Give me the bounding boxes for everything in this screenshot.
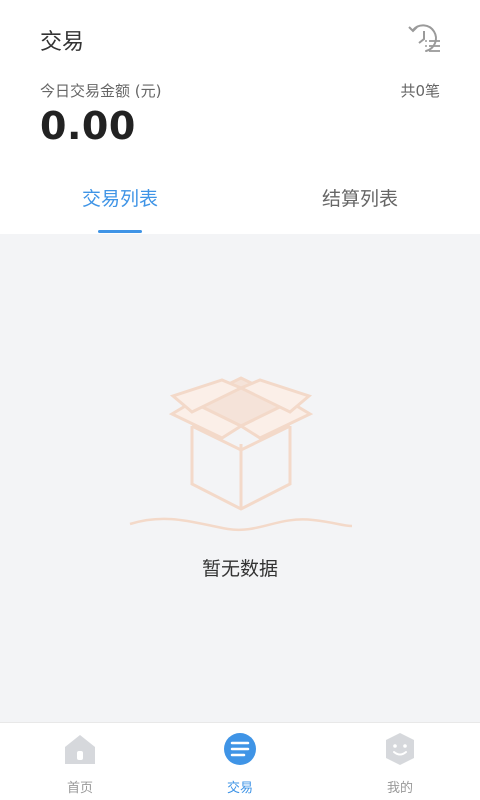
transaction-count: 共0笔 [400,82,440,100]
nav-home-label: 首页 [66,781,93,796]
empty-state-message: 暂无数据 [201,558,278,580]
history-button[interactable] [404,18,444,58]
history-list-icon [408,24,440,52]
tab-transaction-list[interactable]: 交易列表 [0,170,240,234]
nav-profile[interactable]: 我的 [320,723,480,800]
nav-profile-label: 我的 [386,781,413,796]
nav-transactions[interactable]: 交易 [160,723,320,800]
today-amount-value: 0.00 [40,104,136,148]
transactions-page: 交易 今日交易金额 (元) 共0笔 0.00 交易列表 结算列表 暂无数据 首页… [0,0,480,800]
profile-face-icon [386,733,414,765]
header: 交易 [0,0,480,70]
tab-bar: 交易列表 结算列表 [0,170,480,234]
page-title: 交易 [40,30,85,55]
home-icon [65,735,95,764]
tab-settlement-list[interactable]: 结算列表 [240,170,480,234]
empty-box-icon [129,376,353,532]
today-amount-label: 今日交易金额 (元) [40,82,162,100]
list-icon [224,733,256,765]
nav-home[interactable]: 首页 [0,723,160,800]
bottom-navigation: 首页 交易 我的 [0,722,480,800]
active-tab-indicator [98,230,142,233]
nav-transactions-label: 交易 [226,781,253,796]
transaction-list-area: 暂无数据 [0,234,480,722]
